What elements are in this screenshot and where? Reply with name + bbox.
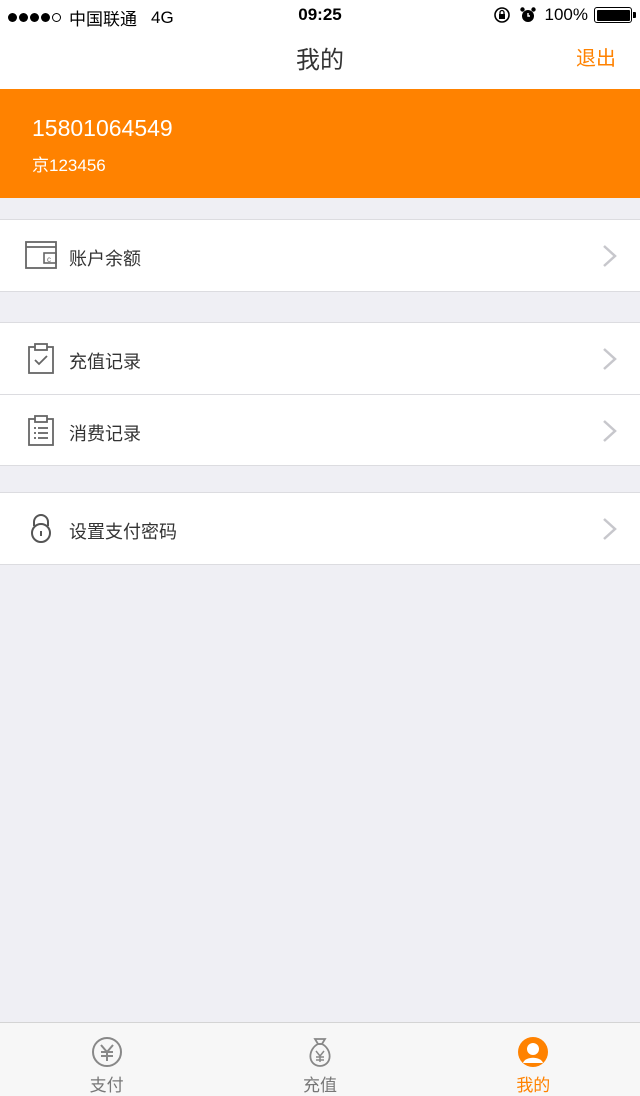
tab-mine[interactable]: 我的 — [427, 1023, 640, 1096]
records-group: 充值记录 消费记录 — [0, 322, 640, 466]
chevron-right-icon — [603, 420, 617, 442]
tab-recharge[interactable]: 充值 — [213, 1023, 426, 1096]
tab-pay[interactable]: 支付 — [0, 1023, 213, 1096]
wallet-icon: c — [25, 241, 57, 269]
security-group: 设置支付密码 — [0, 492, 640, 565]
battery-icon — [594, 7, 636, 23]
menu-item-set-password[interactable]: 设置支付密码 — [0, 493, 640, 564]
chevron-right-icon — [603, 518, 617, 540]
status-bar: 中国联通 4G 09:25 100% — [0, 0, 640, 32]
lock-icon — [31, 514, 51, 543]
balance-group: c 账户余额 — [0, 219, 640, 292]
menu-label-recharge-records: 充值记录 — [69, 352, 141, 372]
page-title: 我的 — [296, 47, 344, 74]
battery-percentage: 100% — [544, 5, 588, 24]
menu-label-balance: 账户余额 — [69, 249, 141, 269]
menu-label-set-password: 设置支付密码 — [69, 522, 177, 542]
menu-item-balance[interactable]: c 账户余额 — [0, 220, 640, 291]
money-bag-icon — [309, 1038, 331, 1067]
navigation-bar: 我的 退出 — [0, 32, 640, 89]
logout-button[interactable]: 退出 — [576, 42, 616, 71]
user-icon — [518, 1037, 549, 1067]
tab-bar: 支付 充值 我的 — [0, 1022, 640, 1096]
user-phone-number: 15801064549 — [32, 115, 173, 141]
tab-label-pay: 支付 — [89, 1076, 124, 1095]
chevron-right-icon — [603, 348, 617, 370]
menu-item-consume-records[interactable]: 消费记录 — [0, 394, 640, 465]
tab-label-mine: 我的 — [516, 1076, 551, 1095]
menu-item-recharge-records[interactable]: 充值记录 — [0, 323, 640, 394]
yuan-coin-icon — [91, 1037, 122, 1067]
rotation-lock-icon — [493, 7, 510, 23]
license-plate: 京123456 — [32, 156, 106, 175]
tab-label-recharge: 充值 — [302, 1076, 337, 1095]
menu-label-consume-records: 消费记录 — [69, 424, 141, 444]
svg-text:c: c — [47, 255, 51, 264]
chevron-right-icon — [603, 245, 617, 267]
alarm-clock-icon — [519, 7, 536, 22]
profile-banner: 15801064549 京123456 — [0, 89, 640, 198]
clipboard-list-icon — [28, 415, 54, 446]
status-right: 100% — [493, 5, 636, 25]
clipboard-check-icon — [28, 343, 54, 374]
